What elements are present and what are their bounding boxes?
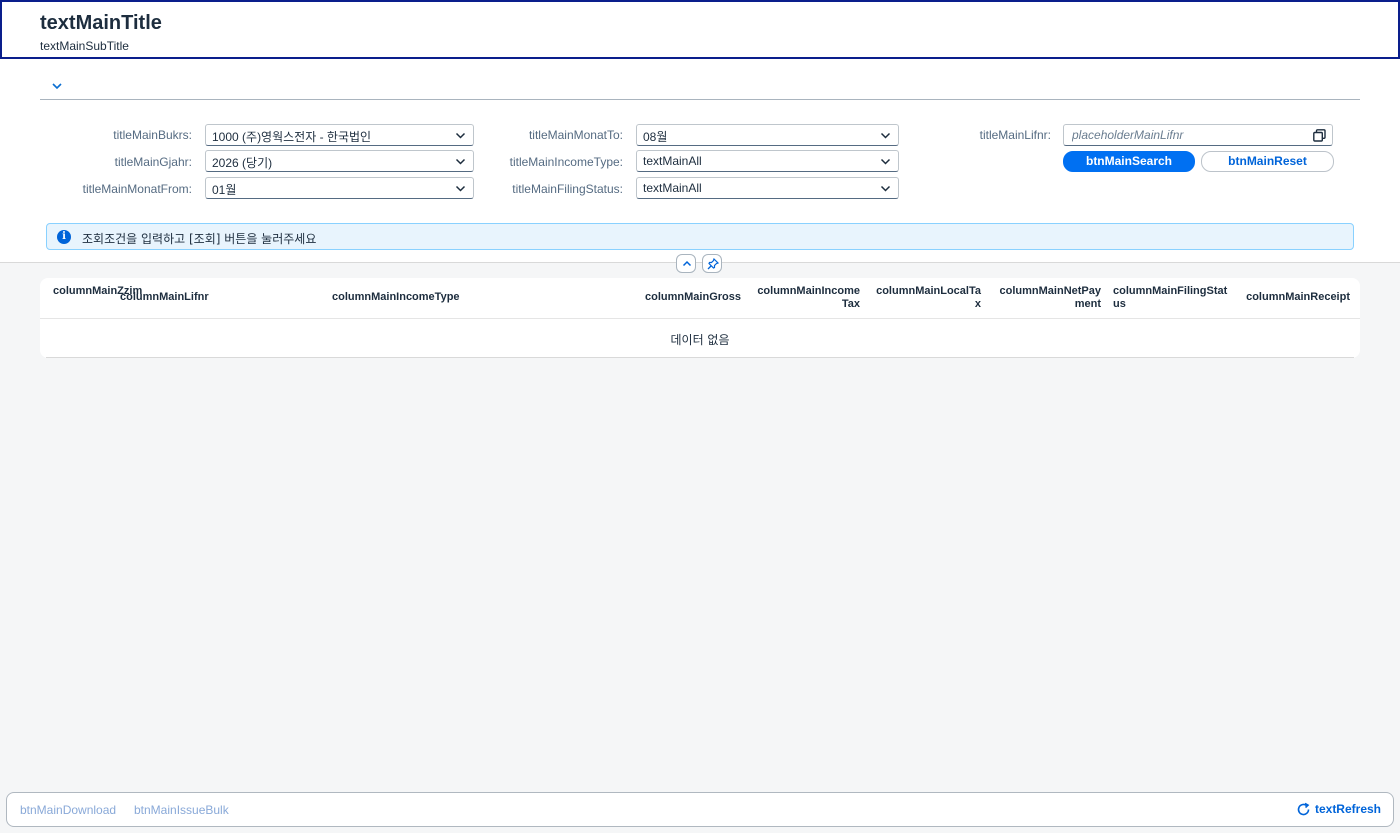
refresh-icon — [1297, 802, 1310, 816]
monat-to-select[interactable]: 08월 — [636, 124, 899, 146]
info-message-text: 조회조건을 입력하고 [조회] 버튼을 눌러주세요 — [82, 232, 317, 246]
chevron-down-icon — [455, 185, 466, 192]
page-subtitle: textMainSubTitle — [40, 39, 129, 53]
bukrs-label: titleMainBukrs: — [113, 128, 192, 142]
reset-button[interactable]: btnMainReset — [1201, 151, 1334, 172]
column-header-gross[interactable]: columnMainGross — [600, 291, 741, 304]
gjahr-select[interactable]: 2026 (당기) — [205, 150, 474, 172]
column-header-lifnr[interactable]: columnMainLifnr — [120, 291, 209, 304]
search-button[interactable]: btnMainSearch — [1063, 151, 1195, 172]
collapse-header-button[interactable] — [676, 254, 696, 273]
gjahr-select-value: 2026 (당기) — [212, 156, 273, 170]
lifnr-field — [1063, 124, 1333, 146]
chevron-down-icon — [455, 158, 466, 165]
chevron-down-icon — [880, 158, 891, 165]
download-button[interactable]: btnMainDownload — [20, 803, 116, 817]
no-data-text: 데이터 없음 — [670, 333, 730, 347]
monat-to-label: titleMainMonatTo: — [528, 128, 623, 142]
column-header-income-type[interactable]: columnMainIncomeType — [332, 291, 460, 304]
value-help-icon[interactable] — [1313, 129, 1326, 142]
bukrs-select-value: 1000 (주)영웍스전자 - 한국법인 — [212, 130, 372, 144]
column-header-zzim[interactable]: columnMainZzim — [53, 285, 142, 298]
lifnr-label: titleMainLifnr: — [979, 128, 1051, 142]
income-type-select-value: textMainAll — [643, 154, 702, 168]
bukrs-select[interactable]: 1000 (주)영웍스전자 - 한국법인 — [205, 124, 474, 146]
income-type-label: titleMainIncomeType: — [509, 155, 623, 169]
income-type-select[interactable]: textMainAll — [636, 150, 899, 172]
monat-from-label: titleMainMonatFrom: — [82, 182, 192, 196]
issue-bulk-button[interactable]: btnMainIssueBulk — [134, 803, 229, 817]
monat-from-select-value: 01월 — [212, 183, 237, 197]
info-icon: i — [57, 230, 71, 244]
refresh-label: textRefresh — [1314, 802, 1381, 816]
chevron-down-icon[interactable] — [50, 79, 64, 93]
lifnr-input[interactable] — [1064, 125, 1304, 145]
column-header-receipt[interactable]: columnMainReceipt — [1240, 291, 1350, 304]
column-header-net-payment[interactable]: columnMainNetPayment — [992, 285, 1101, 311]
table-bottom-border — [46, 357, 1354, 358]
info-message-strip: i 조회조건을 입력하고 [조회] 버튼을 눌러주세요 — [46, 223, 1354, 250]
column-header-income-tax[interactable]: columnMainIncomeTax — [752, 285, 860, 311]
filing-status-select-value: textMainAll — [643, 181, 702, 195]
page-title: textMainTitle — [40, 12, 162, 34]
table-header-divider — [40, 318, 1360, 319]
column-header-filing-status[interactable]: columnMainFilingStatus — [1113, 285, 1233, 311]
refresh-button[interactable]: textRefresh — [1297, 802, 1381, 816]
chevron-down-icon — [455, 132, 466, 139]
pin-icon — [707, 258, 719, 270]
chevron-up-icon — [682, 260, 692, 267]
gjahr-label: titleMainGjahr: — [114, 155, 192, 169]
results-table: columnMainZzim columnMainLifnr columnMai… — [40, 278, 1360, 358]
filing-status-select[interactable]: textMainAll — [636, 177, 899, 199]
monat-to-select-value: 08월 — [643, 130, 668, 144]
page-header: textMainTitle textMainSubTitle — [0, 0, 1400, 59]
pin-header-button[interactable] — [702, 254, 722, 273]
chevron-down-icon — [880, 185, 891, 192]
column-header-local-tax[interactable]: columnMainLocalTax — [872, 285, 981, 311]
footer-toolbar: btnMainDownload btnMainIssueBulk textRef… — [6, 792, 1394, 827]
divider — [40, 99, 1360, 100]
chevron-down-icon — [880, 132, 891, 139]
filing-status-label: titleMainFilingStatus: — [512, 182, 623, 196]
monat-from-select[interactable]: 01월 — [205, 177, 474, 199]
